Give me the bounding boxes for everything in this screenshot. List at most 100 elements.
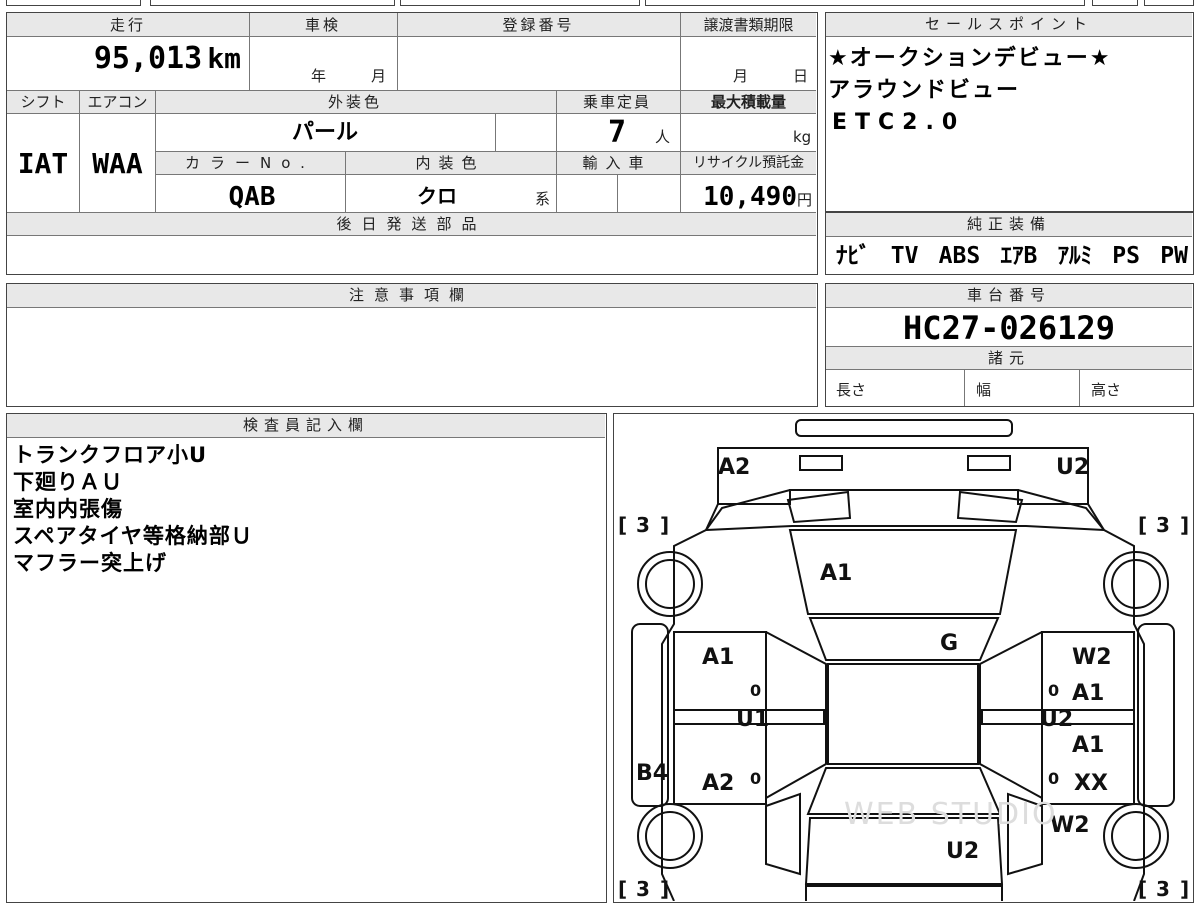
capacity-label: 乗車定員 bbox=[582, 93, 651, 111]
top-stub-4 bbox=[645, 0, 1085, 6]
equip-airbag: ｴｱB bbox=[1000, 243, 1038, 269]
genuine-equipment-list: ﾅﾋﾞ TV ABS ｴｱB ｱﾙﾐ PS PW bbox=[836, 241, 1188, 271]
mark-left-pillar: U1 bbox=[736, 707, 769, 732]
inspector-box: 検査員記入欄 トランクフロア小U 下廻りＡＵ 室内内張傷 スペアタイヤ等格納部Ｕ… bbox=[6, 413, 607, 903]
specs-label: 諸元 bbox=[826, 346, 1192, 370]
mark-right-pillar: U2 bbox=[1040, 707, 1073, 732]
car-diagram: A2 U2 A1 G A1 W2 A1 U1 U2 A1 B4 A2 XX W2… bbox=[618, 419, 1189, 901]
zero-mark-1: 0 bbox=[750, 681, 761, 700]
later-parts-label: 後日発送部品 bbox=[336, 215, 487, 233]
shaken-month-unit: 月 bbox=[371, 67, 387, 85]
inspector-note-4: スペアタイヤ等格納部Ｕ bbox=[13, 524, 253, 548]
color-no-value: QAB bbox=[228, 182, 276, 212]
svg-text:[: [ bbox=[618, 877, 627, 901]
equip-pw: PW bbox=[1160, 243, 1188, 269]
shift-label: シフト bbox=[20, 93, 66, 111]
inspector-note-5: マフラー突上げ bbox=[13, 551, 167, 575]
shift-value: IAT bbox=[17, 147, 69, 180]
shaken-label: 車検 bbox=[304, 16, 341, 34]
genuine-equipment-box: 純正装備 ﾅﾋﾞ TV ABS ｴｱB ｱﾙﾐ PS PW bbox=[825, 212, 1194, 275]
width-label: 幅 bbox=[976, 381, 992, 399]
mileage-value: 95,013 km bbox=[93, 41, 241, 76]
top-stub-2 bbox=[150, 0, 395, 6]
svg-text:]: ] bbox=[1180, 513, 1189, 537]
svg-text:[: [ bbox=[1138, 877, 1147, 901]
chassis-number: HC27-026129 bbox=[903, 309, 1115, 347]
inspector-note-2: 下廻りＡＵ bbox=[13, 470, 123, 494]
inspector-label: 検査員記入欄 bbox=[7, 414, 605, 438]
mark-hood: A1 bbox=[820, 561, 852, 586]
capacity-value: 7 bbox=[607, 115, 627, 150]
mark-left-rocker: B4 bbox=[636, 761, 668, 786]
mark-rear-right-door: XX bbox=[1074, 771, 1108, 796]
mark-roof-rear: U2 bbox=[946, 839, 979, 864]
equip-ps: PS bbox=[1112, 243, 1140, 269]
mark-front-right-door: W2 bbox=[1072, 645, 1112, 670]
height-label: 高さ bbox=[1091, 381, 1122, 399]
chassis-box: 車台番号 HC27-026129 諸元 長さ 幅 高さ bbox=[825, 283, 1194, 407]
recycle-unit: 円 bbox=[796, 191, 812, 209]
recycle-label: リサイクル預託金 bbox=[692, 155, 805, 171]
equip-alumi: ｱﾙﾐ bbox=[1057, 243, 1093, 269]
transfer-day-unit: 日 bbox=[793, 67, 809, 85]
mileage-label: 走行 bbox=[109, 16, 146, 34]
inspector-note-3: 室内内張傷 bbox=[13, 497, 123, 521]
tire-rear-left: 3 bbox=[636, 877, 650, 901]
top-stub-1 bbox=[6, 0, 141, 6]
mark-right-upper-door: A1 bbox=[1072, 681, 1104, 706]
top-stub-5 bbox=[1092, 0, 1138, 6]
registration-label: 登録番号 bbox=[502, 16, 575, 34]
mark-windshield: G bbox=[940, 631, 958, 656]
inspector-note-1: トランクフロア小U bbox=[13, 443, 208, 467]
zero-mark-4: 0 bbox=[1048, 769, 1059, 788]
mark-front-right: U2 bbox=[1056, 455, 1089, 480]
chassis-label: 車台番号 bbox=[826, 284, 1192, 308]
mark-front-left-door: A1 bbox=[702, 645, 734, 670]
watermark: WEB STUDIO bbox=[844, 797, 1058, 832]
top-stub-3 bbox=[400, 0, 640, 6]
recycle-value: 10,490円 bbox=[703, 182, 812, 212]
length-label: 長さ bbox=[836, 381, 867, 399]
inspector-notes-list: トランクフロア小U 下廻りＡＵ 室内内張傷 スペアタイヤ等格納部Ｕ マフラー突上… bbox=[13, 442, 253, 577]
shaken-year-unit: 年 bbox=[311, 67, 327, 85]
zero-mark-3: 0 bbox=[750, 769, 761, 788]
mark-front-left: A2 bbox=[718, 455, 750, 480]
max-load-label: 最大積載量 bbox=[710, 93, 786, 111]
sales-points-box: セールスポイント ★オークションデビュー★ アラウンドビュー ETC2.0 bbox=[825, 12, 1194, 212]
interior-color-suffix: 系 bbox=[535, 190, 551, 208]
zero-mark-2: 0 bbox=[1048, 681, 1059, 700]
tire-rear-right: 3 bbox=[1156, 877, 1170, 901]
svg-text:]: ] bbox=[660, 877, 669, 901]
import-label: 輸入車 bbox=[582, 154, 652, 172]
interior-color-label: 内装色 bbox=[415, 154, 485, 172]
mark-rear-left-door: A2 bbox=[702, 771, 734, 796]
sales-points-list: ★オークションデビュー★ アラウンドビュー ETC2.0 bbox=[828, 43, 1111, 139]
mileage-unit: km bbox=[207, 42, 241, 75]
tire-front-left: 3 bbox=[636, 513, 650, 537]
sales-point-2: アラウンドビュー bbox=[828, 78, 1021, 103]
tire-front-right: 3 bbox=[1156, 513, 1170, 537]
top-stub-6 bbox=[1144, 0, 1194, 6]
genuine-equipment-label: 純正装備 bbox=[826, 213, 1192, 237]
mark-right-mid: A1 bbox=[1072, 733, 1104, 758]
notes-box: 注意事項欄 bbox=[6, 283, 818, 407]
exterior-color-value: パール bbox=[291, 120, 358, 145]
interior-color-value: クロ bbox=[417, 184, 457, 208]
car-diagram-box: A2 U2 A1 G A1 W2 A1 U1 U2 A1 B4 A2 XX W2… bbox=[613, 413, 1194, 903]
transfer-deadline-label: 譲渡書類期限 bbox=[703, 16, 794, 34]
svg-text:]: ] bbox=[1180, 877, 1189, 901]
svg-text:[: [ bbox=[1138, 513, 1147, 537]
equip-navi: ﾅﾋﾞ bbox=[836, 243, 871, 269]
aircon-label: エアコン bbox=[87, 93, 148, 111]
transfer-month-unit: 月 bbox=[733, 67, 749, 85]
sales-points-label: セールスポイント bbox=[826, 13, 1192, 37]
color-no-label: カラーNo. bbox=[185, 154, 315, 172]
notes-label: 注意事項欄 bbox=[7, 284, 816, 308]
svg-text:]: ] bbox=[660, 513, 669, 537]
capacity-unit: 人 bbox=[655, 128, 671, 146]
svg-text:[: [ bbox=[618, 513, 627, 537]
exterior-color-label: 外装色 bbox=[327, 93, 382, 111]
max-load-unit: kg bbox=[793, 128, 812, 146]
sales-point-3: ETC2.0 bbox=[832, 110, 966, 135]
equip-tv: TV bbox=[890, 243, 919, 269]
